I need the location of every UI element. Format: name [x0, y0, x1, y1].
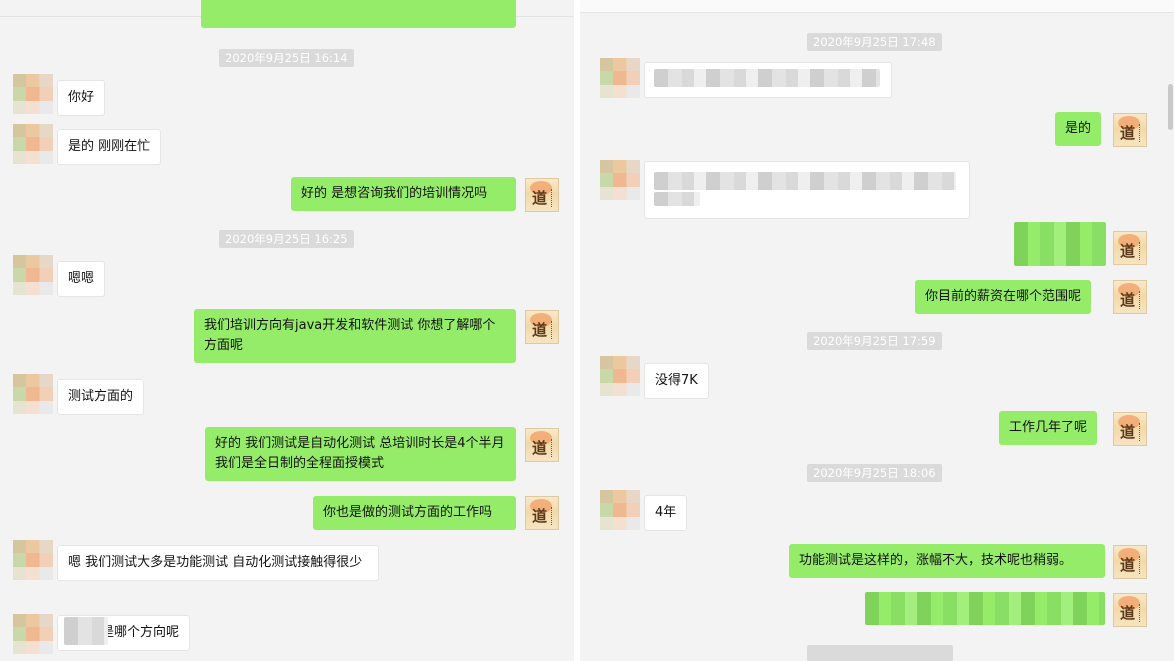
contact-avatar[interactable] — [13, 614, 53, 654]
calligraphy-avatar-icon[interactable]: 道 — [1113, 545, 1147, 579]
sent-message[interactable]: 好的 我们测试是自动化测试 总培训时长是4个半月 我们是全日制的全程面授模式 — [205, 427, 516, 481]
contact-avatar[interactable] — [13, 124, 53, 164]
received-message[interactable]: 没得7K — [644, 363, 709, 399]
contact-avatar[interactable] — [13, 540, 53, 580]
received-message[interactable]: 是的 刚刚在忙 — [57, 129, 162, 165]
timestamp-partial — [807, 645, 953, 661]
partial-sent-message[interactable] — [201, 0, 516, 28]
received-message[interactable]: 测试方面的 — [57, 379, 145, 415]
scrollbar-thumb[interactable] — [1168, 84, 1173, 130]
calligraphy-avatar-icon[interactable]: 道 — [525, 428, 559, 462]
redacted-text — [654, 172, 956, 190]
contact-avatar[interactable] — [13, 255, 53, 295]
sent-message[interactable]: 你也是做的测试方面的工作吗 — [313, 496, 516, 530]
contact-avatar[interactable] — [13, 374, 53, 414]
calligraphy-avatar-icon[interactable]: 道 — [1113, 593, 1147, 627]
received-message[interactable]: 嗯 我们测试大多是功能测试 自动化测试接触得很少 — [57, 545, 379, 581]
redacted-text — [64, 617, 108, 645]
contact-avatar[interactable] — [600, 160, 640, 200]
top-band — [580, 0, 1174, 13]
timestamp: 2020年9月25日 17:48 — [807, 33, 942, 51]
calligraphy-avatar-icon[interactable]: 道 — [1113, 113, 1147, 147]
redacted-sent-message[interactable] — [865, 592, 1105, 625]
contact-avatar[interactable] — [600, 490, 640, 530]
sent-message[interactable]: 好的 是想咨询我们的培训情况吗 — [291, 177, 516, 211]
calligraphy-avatar-icon[interactable]: 道 — [525, 496, 559, 530]
sent-message[interactable]: 我们培训方向有java开发和软件测试 你想了解哪个方面呢 — [194, 309, 516, 363]
calligraphy-avatar-icon[interactable]: 道 — [525, 310, 559, 344]
received-message-redacted[interactable] — [644, 161, 970, 219]
contact-avatar[interactable] — [600, 58, 640, 98]
chat-panel-right: 2020年9月25日 17:48 是的 道 道 你目前的薪资在哪个范围呢 道 2… — [580, 0, 1174, 661]
timestamp: 2020年9月25日 17:59 — [807, 332, 942, 350]
timestamp: 2020年9月25日 16:14 — [219, 49, 354, 67]
sent-message[interactable]: 你目前的薪资在哪个范围呢 — [915, 280, 1092, 314]
contact-avatar[interactable] — [600, 356, 640, 396]
sent-message[interactable]: 工作几年了呢 — [999, 411, 1098, 445]
redacted-text — [654, 192, 700, 206]
redacted-text — [654, 69, 880, 87]
calligraphy-avatar-icon[interactable]: 道 — [525, 178, 559, 212]
sent-message[interactable]: 功能测试是这样的，涨幅不大，技术呢也稍弱。 — [789, 544, 1105, 578]
redacted-sent-message[interactable] — [1014, 222, 1106, 266]
received-message[interactable]: 你好 — [57, 80, 106, 116]
calligraphy-avatar-icon[interactable]: 道 — [1113, 412, 1147, 446]
timestamp: 2020年9月25日 18:06 — [807, 464, 942, 482]
timestamp: 2020年9月25日 16:25 — [219, 230, 354, 248]
calligraphy-avatar-icon[interactable]: 道 — [1113, 280, 1147, 314]
chat-panel-left: 2020年9月25日 16:14 你好 是的 刚刚在忙 好的 是想咨询我们的培训… — [0, 0, 574, 661]
received-message[interactable]: 嗯嗯 — [57, 261, 106, 297]
received-message[interactable]: 4年 — [644, 495, 688, 531]
calligraphy-avatar-icon[interactable]: 道 — [1113, 231, 1147, 265]
sent-message[interactable]: 是的 — [1055, 112, 1102, 146]
contact-avatar[interactable] — [13, 74, 53, 114]
